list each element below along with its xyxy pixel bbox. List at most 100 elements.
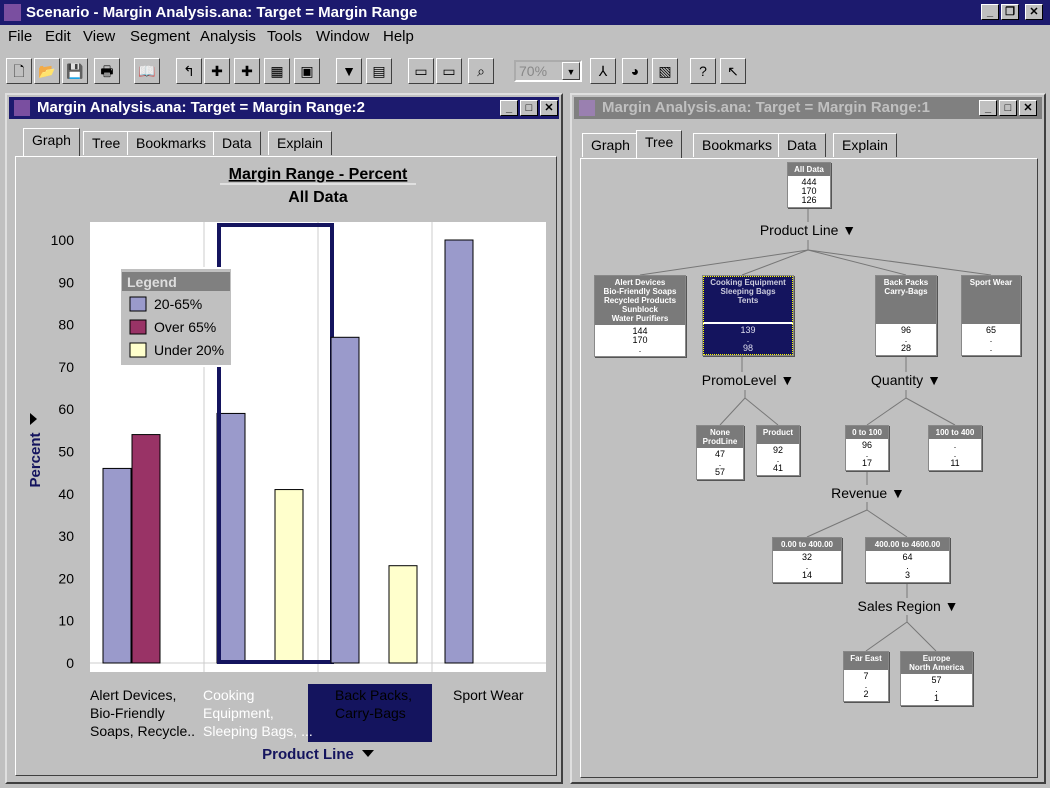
split-promo[interactable]: PromoLevel ▼: [693, 372, 803, 388]
tree-node-fareast[interactable]: Far East 7. 2: [843, 651, 889, 702]
chart-subtitle: All Data: [288, 189, 348, 206]
tree-node-label: 0.00 to 400.00: [773, 538, 841, 551]
tree-node-label: Europe North America: [901, 652, 972, 674]
y-axis-label: Percent: [27, 432, 44, 487]
tree-window-title: Margin Analysis.ana: Target = Margin Ran…: [602, 99, 930, 116]
tab-tree[interactable]: Tree: [636, 130, 683, 158]
y-tick-label: 40: [58, 486, 74, 502]
tab-graph[interactable]: Graph: [582, 133, 639, 157]
window-icon: [579, 100, 595, 116]
legend-title: Legend: [127, 274, 177, 290]
tree-node-label: Back Packs Carry-Bags: [876, 276, 936, 324]
tree-node-value: 11: [950, 458, 960, 468]
category-label: Cooking Equipment, Sleeping Bags, ...: [203, 687, 313, 739]
tree-node-value: 98: [742, 343, 753, 353]
close-button[interactable]: ✕: [1019, 100, 1037, 116]
tree-node-label: Sport Wear: [962, 276, 1020, 324]
tree-node-value: .: [638, 344, 642, 354]
tree-node-label: Cooking Equipment Sleeping Bags Tents: [703, 276, 793, 324]
tree-node-r400[interactable]: 400.00 to 4600.00 64. 3: [865, 537, 950, 583]
bar: [102, 467, 132, 664]
bar: [388, 565, 418, 664]
tree-node-value: .: [989, 343, 993, 353]
y-tick-label: 70: [58, 359, 74, 375]
tree-node-value: 57: [714, 467, 725, 477]
tree-node-alert[interactable]: Alert Devices Bio-Friendly Soaps Recycled …: [594, 275, 686, 357]
y-axis-dropdown-icon: [30, 413, 37, 425]
run-icon[interactable]: ⅄: [590, 58, 616, 84]
tree-node-value: 1: [933, 693, 939, 703]
tree-node-value: 3: [904, 570, 910, 580]
tree-node-europe[interactable]: Europe North America 57. 1: [900, 651, 973, 706]
category-label: Alert Devices, Bio-Friendly Soaps, Recycle…: [90, 687, 195, 739]
tree-node-value: 28: [900, 343, 911, 353]
y-tick-label: 0: [66, 655, 74, 671]
tree-node-backpacks[interactable]: Back Packs Carry-Bags 96. 28: [875, 275, 937, 356]
legend-entry: Over 65%: [154, 319, 216, 335]
bar: [330, 336, 360, 664]
bar-chart: 0 10 20 30 40 50 60 70 80 90 100 Margin Range - Per…: [27, 166, 546, 763]
split-product-line[interactable]: Product Line ▼: [753, 222, 863, 238]
context-help-icon[interactable]: ↖: [720, 58, 746, 84]
tree-node-label: 400.00 to 4600.00: [866, 538, 949, 551]
tab-explain[interactable]: Explain: [833, 133, 897, 157]
legend-entry: Under 20%: [154, 342, 224, 358]
tab-data[interactable]: Data: [778, 133, 826, 157]
restore-button[interactable]: ❐: [1001, 4, 1019, 20]
tree-node-none[interactable]: None ProdLine 47. 57: [696, 425, 744, 480]
legend-swatch: [129, 296, 147, 312]
tree-node-label: All Data: [788, 163, 830, 176]
y-tick-label: 80: [58, 317, 74, 333]
tree-node-q100[interactable]: 100 to 400.. 11: [928, 425, 982, 471]
tree-node-label: None ProdLine: [697, 426, 743, 448]
tree-node-label: 100 to 400: [929, 426, 981, 439]
y-tick-label: 30: [58, 528, 74, 544]
bar: [216, 412, 246, 664]
cube-icon[interactable]: ▧: [652, 58, 678, 84]
chevron-down-icon: ▼: [562, 62, 580, 80]
bar: [444, 239, 474, 664]
split-region[interactable]: Sales Region ▼: [853, 598, 963, 614]
y-tick-label: 60: [58, 401, 74, 417]
maximize-button[interactable]: □: [999, 100, 1017, 116]
tree-node-value: 17: [861, 458, 872, 468]
y-tick-label: 10: [58, 613, 74, 629]
tree-node-value: 126: [801, 195, 817, 205]
tree-node-cooking[interactable]: Cooking Equipment Sleeping Bags Tents 139. 9…: [702, 275, 794, 356]
y-tick-label: 90: [58, 274, 74, 290]
y-tick-label: 100: [51, 232, 75, 248]
tree-node-label: Far East: [844, 652, 888, 670]
tree-node-q0[interactable]: 0 to 100 96. 17: [845, 425, 889, 471]
minimize-button[interactable]: _: [981, 4, 999, 20]
x-axis-label: Product Line: [262, 746, 354, 763]
split-revenue[interactable]: Revenue ▼: [813, 485, 923, 501]
legend-swatch: [129, 342, 147, 358]
tree-node-all-data[interactable]: All Data 444 170 126: [787, 162, 831, 208]
y-tick-label: 50: [58, 444, 74, 460]
category-label: Sport Wear: [453, 687, 524, 703]
legend-entry: 20-65%: [154, 296, 202, 312]
tab-bookmarks[interactable]: Bookmarks: [693, 133, 782, 157]
tree-node-product[interactable]: Product 92. 41: [756, 425, 800, 476]
pie-icon[interactable]: ◕: [622, 58, 648, 84]
split-quantity[interactable]: Quantity ▼: [851, 372, 961, 388]
x-axis-dropdown-icon: [362, 750, 374, 757]
tree-node-sportwear[interactable]: Sport Wear 65..: [961, 275, 1021, 356]
tree-node-label: 0 to 100: [846, 426, 888, 439]
tree-window-title-bar: Margin Analysis.ana: Target = Margin Ran…: [574, 97, 1042, 119]
tree-node-label: Alert Devices Bio-Friendly Soaps Recycled …: [595, 276, 685, 325]
y-tick-label: 20: [58, 570, 74, 586]
help-icon[interactable]: ?: [690, 58, 716, 84]
close-button[interactable]: ✕: [1025, 4, 1043, 20]
bar: [131, 434, 161, 664]
tab-graph[interactable]: Graph: [23, 128, 80, 156]
tree-node-value: 2: [863, 689, 869, 699]
tree-node-r0[interactable]: 0.00 to 400.00 32. 14: [772, 537, 842, 583]
tree-node-label: Product: [757, 426, 799, 444]
tree-node-value: 41: [772, 463, 783, 473]
legend-swatch: [129, 319, 147, 335]
tree-node-value: 14: [801, 570, 812, 580]
chart-title: Margin Range - Percent: [229, 166, 408, 183]
minimize-button[interactable]: _: [979, 100, 997, 116]
bar: [274, 489, 304, 664]
